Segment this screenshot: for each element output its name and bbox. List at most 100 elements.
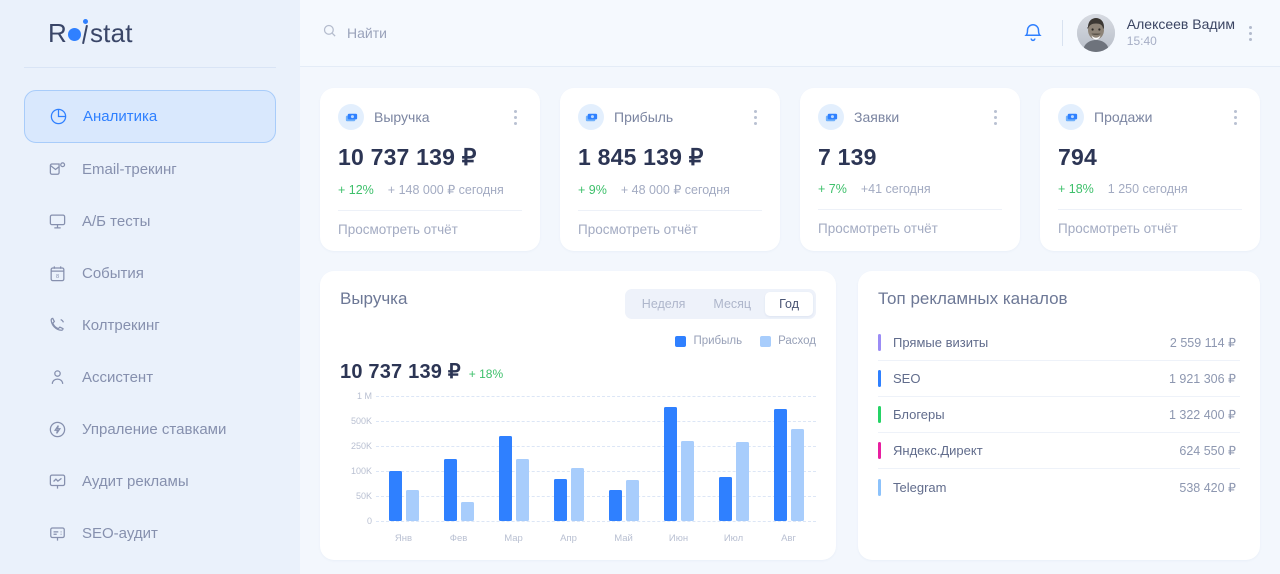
top-channels-title: Топ рекламных каналов: [878, 289, 1068, 308]
x-tick-label: Авг: [781, 533, 796, 544]
dashboard-content: Выручка 10 737 139 ₽ + 12% + 148 000 ₽ с…: [300, 67, 1280, 574]
channel-row[interactable]: Прямые визиты 2 559 114 ₽: [878, 325, 1240, 361]
channel-value: 624 550 ₽: [1179, 444, 1236, 458]
y-tick-label: 0: [366, 516, 372, 526]
sidebar-item-events[interactable]: 8 События: [24, 247, 276, 299]
bar-profit: [773, 409, 787, 521]
kpi-delta: + 7%: [818, 182, 847, 196]
kpi-card-header: Заявки: [818, 104, 1002, 130]
sidebar-item-ad-audit[interactable]: Аудит рекламы: [24, 455, 276, 507]
y-tick-label: 50K: [355, 491, 372, 501]
svg-text:8: 8: [55, 273, 58, 279]
kpi-card-revenue[interactable]: Выручка 10 737 139 ₽ + 12% + 148 000 ₽ с…: [320, 88, 540, 251]
bar-expense: [460, 502, 474, 521]
bar-group[interactable]: [376, 396, 431, 521]
bar-profit: [663, 407, 677, 521]
channel-color-bar: [878, 370, 881, 387]
topbar-divider: [1061, 20, 1063, 46]
tab-year[interactable]: Год: [765, 292, 813, 316]
legend-label: Расход: [778, 335, 816, 347]
kpi-report-link[interactable]: Просмотреть отчёт: [578, 222, 762, 237]
channel-color-bar: [878, 406, 881, 423]
y-tick-label: 250K: [350, 441, 372, 451]
lower-panels-row: Выручка Неделя Месяц Год Прибыль Расход …: [320, 271, 1260, 560]
kpi-value: 1 845 139 ₽: [578, 144, 704, 170]
user-name: Алексеев Вадим: [1126, 15, 1235, 32]
bell-icon[interactable]: [1012, 22, 1054, 44]
legend-item-expense: Расход: [760, 335, 816, 347]
kpi-note: 1 250 сегодня: [1107, 182, 1188, 196]
kpi-card-header: Прибыль: [578, 104, 762, 130]
pie-chart-icon: [47, 106, 69, 128]
sidebar-item-seo-audit[interactable]: SEO-аудит: [24, 507, 276, 559]
channel-color-bar: [878, 442, 881, 459]
kpi-kebab-menu-icon[interactable]: [989, 106, 1002, 129]
calendar-icon: 8: [46, 262, 68, 284]
bar-profit: [608, 490, 622, 521]
kpi-report-link[interactable]: Просмотреть отчёт: [1058, 221, 1242, 236]
y-tick-label: 500K: [350, 416, 372, 426]
tab-week[interactable]: Неделя: [628, 292, 700, 316]
legend-swatch-expense-icon: [760, 335, 772, 347]
sidebar-item-analytics[interactable]: Аналитика: [24, 90, 276, 143]
bar-group[interactable]: [486, 396, 541, 521]
sidebar-item-call-tracking[interactable]: Колтрекинг: [24, 299, 276, 351]
kpi-value: 7 139: [818, 144, 877, 170]
kpi-card-leads[interactable]: Заявки 7 139 + 7% +41 сегодня Просмотрет…: [800, 88, 1020, 251]
main-area: Найти Алексеев Вадим 15:40 Выручка 10 73…: [300, 0, 1280, 574]
bar-group[interactable]: [706, 396, 761, 521]
search-icon: [322, 23, 337, 43]
bar-expense: [790, 429, 804, 521]
kebab-menu-icon[interactable]: [1235, 16, 1260, 51]
kpi-report-link[interactable]: Просмотреть отчёт: [338, 222, 522, 237]
sidebar-item-ab-tests[interactable]: A/Б тесты: [24, 195, 276, 247]
sidebar-item-assistant[interactable]: Ассистент: [24, 351, 276, 403]
kpi-subline: + 12% + 148 000 ₽ сегодня: [338, 182, 522, 197]
kpi-kebab-menu-icon[interactable]: [509, 106, 522, 129]
bar-expense: [680, 441, 694, 521]
x-tick-label: Мар: [504, 533, 523, 544]
kpi-card-profit[interactable]: Прибыль 1 845 139 ₽ + 9% + 48 000 ₽ сего…: [560, 88, 780, 251]
bar-expense: [625, 480, 639, 521]
channel-row[interactable]: SEO 1 921 306 ₽: [878, 361, 1240, 397]
user-info: Алексеев Вадим 15:40: [1127, 16, 1235, 50]
kpi-kebab-menu-icon[interactable]: [749, 106, 762, 129]
channel-row[interactable]: Блогеры 1 322 400 ₽: [878, 397, 1240, 433]
tab-month[interactable]: Месяц: [699, 292, 765, 316]
gridline: [376, 521, 816, 522]
bar-expense: [570, 467, 584, 521]
bar-group[interactable]: [596, 396, 651, 521]
presentation-icon: [46, 470, 68, 492]
kpi-report-link[interactable]: Просмотреть отчёт: [818, 221, 1002, 236]
logo-text: Rstat: [48, 18, 133, 49]
kpi-card-sales[interactable]: Продажи 794 + 18% 1 250 сегодня Просмотр…: [1040, 88, 1260, 251]
user-menu[interactable]: Алексеев Вадим 15:40: [1071, 14, 1235, 52]
channel-row[interactable]: Telegram 538 420 ₽: [878, 469, 1240, 505]
logo-o-dot-icon: [67, 28, 81, 41]
y-tick-label: 1 M: [356, 391, 372, 401]
bar-group[interactable]: [541, 396, 596, 521]
sidebar-item-label: SEO-аудит: [82, 524, 158, 542]
bar-group[interactable]: [761, 396, 816, 521]
sidebar-item-email-tracking[interactable]: Email-трекинг: [24, 143, 276, 195]
money-icon: [338, 104, 364, 130]
bar-expense: [405, 490, 419, 521]
kpi-subline: + 9% + 48 000 ₽ сегодня: [578, 182, 762, 197]
bar-group[interactable]: [651, 396, 706, 521]
kpi-divider: [818, 209, 1002, 210]
kpi-note: +41 сегодня: [860, 182, 931, 196]
sidebar-item-bid-management[interactable]: Упраление ставками: [24, 403, 276, 455]
kpi-subline: + 18% 1 250 сегодня: [1058, 182, 1242, 196]
revenue-chart-panel: Выручка Неделя Месяц Год Прибыль Расход …: [320, 271, 836, 560]
logo-letter-r: R: [48, 18, 67, 48]
channel-name: Telegram: [893, 479, 947, 495]
logo[interactable]: Rstat: [0, 0, 300, 67]
bar-expense: [515, 458, 529, 521]
revenue-chart-title: Выручка: [340, 289, 408, 308]
bar-group[interactable]: [431, 396, 486, 521]
channel-row[interactable]: Яндекс.Директ 624 550 ₽: [878, 433, 1240, 469]
kpi-title: Продажи: [1094, 109, 1153, 125]
kpi-kebab-menu-icon[interactable]: [1229, 106, 1242, 129]
search-input[interactable]: Найти: [322, 23, 387, 43]
chart-legend: Прибыль Расход: [675, 335, 816, 347]
